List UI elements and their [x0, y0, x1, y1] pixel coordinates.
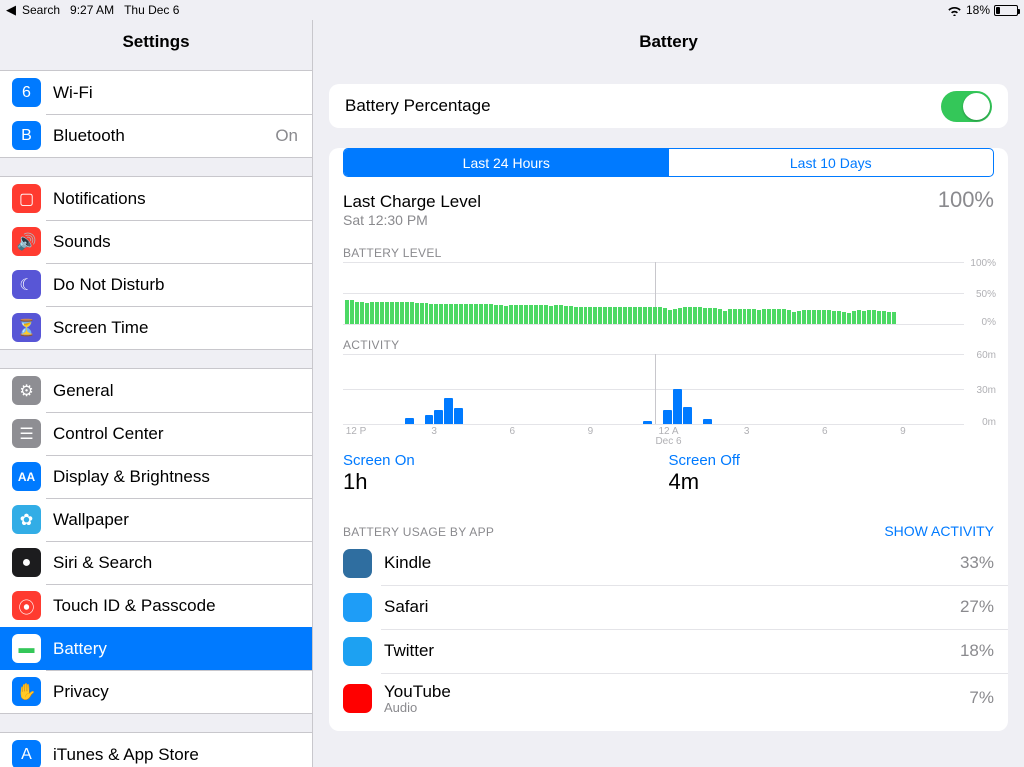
app-name: YouTubeAudio [384, 682, 969, 715]
flower-icon: ✿ [12, 505, 41, 534]
detail-title: Battery [313, 20, 1024, 64]
app-icon [343, 684, 372, 713]
usage-by-app-label: BATTERY USAGE BY APP [343, 525, 494, 539]
sidebar-item-label: Control Center [53, 424, 312, 444]
sidebar-item-label: Sounds [53, 232, 312, 252]
sidebar-item-general[interactable]: ⚙ General [0, 369, 312, 412]
app-usage-row[interactable]: Safari27% [329, 585, 1008, 629]
last-charge-title: Last Charge Level [343, 192, 938, 212]
app-name: Safari [384, 597, 960, 617]
appstore-icon: A [12, 740, 41, 767]
gear-icon: ⚙ [12, 376, 41, 405]
app-icon [343, 637, 372, 666]
chart-xaxis: 12 P36912 A369Dec 6 [343, 424, 994, 444]
activity-chart: 60m 30m 0m [343, 354, 994, 424]
sidebar-item-label: Wallpaper [53, 510, 312, 530]
wifi-icon: ὏6 [12, 78, 41, 107]
activity-label: ACTIVITY [329, 324, 1008, 354]
battery-icon [994, 5, 1018, 16]
hourglass-icon: ⏳ [12, 313, 41, 342]
battery-level-chart: 100% 50% 0% [343, 262, 994, 324]
app-percentage: 7% [969, 688, 994, 708]
screen-on-label: Screen On [343, 452, 669, 469]
battery-percentage-row: Battery Percentage [329, 84, 1008, 128]
battery-percentage-label: Battery Percentage [345, 96, 941, 116]
sidebar-item-label: Touch ID & Passcode [53, 596, 312, 616]
toggles-icon: ☰ [12, 419, 41, 448]
sidebar-title: Settings [0, 20, 312, 64]
sidebar-item-control-center[interactable]: ☰ Control Center [0, 412, 312, 455]
detail-pane: Battery Battery Percentage Last 24 Hours… [313, 20, 1024, 767]
moon-icon: ☾ [12, 270, 41, 299]
sidebar-item-notifications[interactable]: ▢ Notifications [0, 177, 312, 220]
sidebar-item-sounds[interactable]: 🔊 Sounds [0, 220, 312, 263]
segment-last-24h[interactable]: Last 24 Hours [344, 149, 669, 176]
app-name: Twitter [384, 641, 960, 661]
segment-last-10d[interactable]: Last 10 Days [669, 149, 994, 176]
sidebar-item-touch-id-passcode[interactable]: ⦿ Touch ID & Passcode [0, 584, 312, 627]
screen-off-label: Screen Off [669, 452, 995, 469]
sidebar-item-wallpaper[interactable]: ✿ Wallpaper [0, 498, 312, 541]
app-icon [343, 593, 372, 622]
status-date: Thu Dec 6 [124, 3, 179, 17]
battery-percentage-toggle[interactable] [941, 91, 992, 122]
last-charge-time: Sat 12:30 PM [343, 212, 938, 228]
status-battery-pct: 18% [966, 3, 990, 17]
back-caret-icon[interactable]: ◀ [6, 2, 16, 18]
battery-usage-card: Last 24 Hours Last 10 Days Last Charge L… [329, 148, 1008, 731]
app-usage-row[interactable]: Kindle33% [329, 541, 1008, 585]
sidebar-item-label: Wi-Fi [53, 83, 312, 103]
sidebar-item-label: iTunes & App Store [53, 745, 312, 765]
fingerprint-icon: ⦿ [12, 591, 41, 620]
sidebar-item-label: Bluetooth [53, 126, 275, 146]
app-percentage: 33% [960, 553, 994, 573]
sidebar-item-screen-time[interactable]: ⏳ Screen Time [0, 306, 312, 349]
wifi-icon [947, 5, 962, 16]
sidebar-item-label: Do Not Disturb [53, 275, 312, 295]
app-name: Kindle [384, 553, 960, 573]
sidebar-item-wi-fi[interactable]: ὏6 Wi-Fi [0, 71, 312, 114]
app-usage-row[interactable]: YouTubeAudio7% [329, 673, 1008, 723]
sidebar-item-label: Notifications [53, 189, 312, 209]
sidebar-item-label: General [53, 381, 312, 401]
battery-icon: ▬ [12, 634, 41, 663]
sidebar-item-value: On [275, 126, 312, 146]
status-back-label[interactable]: Search [22, 3, 60, 17]
bluetooth-icon: B [12, 121, 41, 150]
screen-off-value: 4m [669, 469, 995, 495]
aa-icon: AA [12, 462, 41, 491]
app-icon [343, 549, 372, 578]
settings-sidebar: Settings ὏6 Wi-Fi B BluetoothOn ▢ Notificatio… [0, 20, 313, 767]
time-range-segmented[interactable]: Last 24 Hours Last 10 Days [343, 148, 994, 177]
sidebar-item-label: Display & Brightness [53, 467, 312, 487]
last-charge-value: 100% [938, 187, 994, 213]
sidebar-item-privacy[interactable]: ✋ Privacy [0, 670, 312, 713]
sounds-icon: 🔊 [12, 227, 41, 256]
sidebar-item-do-not-disturb[interactable]: ☾ Do Not Disturb [0, 263, 312, 306]
sidebar-item-siri-search[interactable]: ● Siri & Search [0, 541, 312, 584]
show-activity-link[interactable]: SHOW ACTIVITY [884, 523, 994, 539]
hand-icon: ✋ [12, 677, 41, 706]
sidebar-item-label: Screen Time [53, 318, 312, 338]
sidebar-item-label: Battery [53, 639, 312, 659]
screen-on-value: 1h [343, 469, 669, 495]
sidebar-item-battery[interactable]: ▬ Battery [0, 627, 312, 670]
sidebar-item-label: Privacy [53, 682, 312, 702]
sidebar-item-label: Siri & Search [53, 553, 312, 573]
siri-icon: ● [12, 548, 41, 577]
status-time: 9:27 AM [70, 3, 114, 17]
notifications-icon: ▢ [12, 184, 41, 213]
app-usage-row[interactable]: Twitter18% [329, 629, 1008, 673]
app-percentage: 27% [960, 597, 994, 617]
app-sublabel: Audio [384, 700, 969, 715]
battery-level-label: BATTERY LEVEL [329, 232, 1008, 262]
sidebar-item-itunes-app-store[interactable]: AiTunes & App Store [0, 733, 312, 767]
sidebar-item-bluetooth[interactable]: B BluetoothOn [0, 114, 312, 157]
sidebar-item-display-brightness[interactable]: AA Display & Brightness [0, 455, 312, 498]
status-bar: ◀ Search 9:27 AM Thu Dec 6 18% [0, 0, 1024, 20]
app-percentage: 18% [960, 641, 994, 661]
